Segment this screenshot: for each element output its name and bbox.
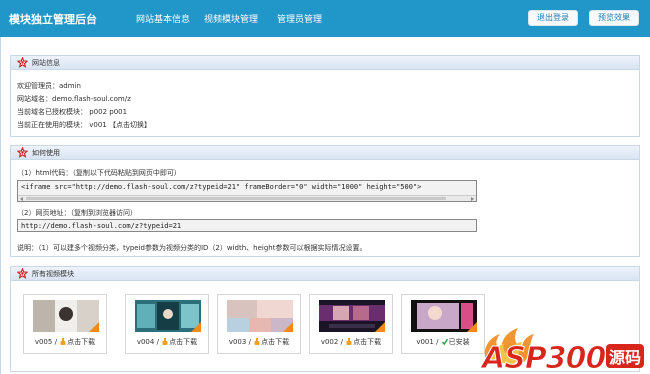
html-code-label: （1）html代码：（复制以下代码粘贴到网页中即可） bbox=[17, 169, 181, 177]
module-card-v003[interactable]: v003 / 点击下载 bbox=[217, 294, 301, 354]
module-thumbnail bbox=[411, 300, 477, 332]
html-code-text: <iframe src="http://demo.flash-soul.com/… bbox=[21, 183, 422, 191]
module-label: v003 / 点击下载 bbox=[218, 337, 300, 347]
module-card-v005[interactable]: v005 / 点击下载 bbox=[23, 294, 107, 354]
module-label: v004 / 点击下载 bbox=[126, 337, 208, 347]
separator: / bbox=[340, 338, 343, 346]
horizontal-scrollbar[interactable] bbox=[18, 195, 476, 201]
preview-button[interactable]: 预览效果 bbox=[589, 10, 639, 26]
current-module-line[interactable]: 当前正在使用的模块： v001 【点击切换】 bbox=[17, 120, 151, 130]
module-label: v002 / 点击下载 bbox=[310, 337, 392, 347]
pin-star-icon bbox=[17, 147, 28, 158]
download-hand-icon bbox=[346, 338, 352, 345]
download-link[interactable]: 点击下载 bbox=[169, 338, 197, 346]
site-info-panel: 网站信息 欢迎管理员：admin 网站域名：demo.flash-soul.co… bbox=[10, 55, 640, 137]
module-label: v001 / 已安装 bbox=[402, 337, 484, 347]
usage-header: 如何使用 bbox=[11, 146, 639, 160]
module-thumbnail bbox=[319, 300, 385, 332]
admin-line: 欢迎管理员：admin bbox=[17, 82, 81, 90]
site-info-header: 网站信息 bbox=[11, 56, 639, 70]
usage-panel: 如何使用 （1）html代码：（复制以下代码粘贴到网页中即可） <iframe … bbox=[10, 145, 640, 257]
separator: / bbox=[248, 338, 251, 346]
module-id: v005 bbox=[34, 338, 53, 346]
separator: / bbox=[54, 338, 57, 346]
installed-status: 已安装 bbox=[448, 338, 470, 346]
app-title: 模块独立管理后台 bbox=[9, 13, 97, 26]
download-hand-icon bbox=[162, 338, 168, 345]
modules-title: 所有视频模块 bbox=[32, 270, 74, 278]
download-hand-icon bbox=[60, 338, 66, 345]
nav-site-info[interactable]: 网站基本信息 bbox=[136, 12, 190, 25]
module-label: v005 / 点击下载 bbox=[24, 337, 106, 347]
download-link[interactable]: 点击下载 bbox=[261, 338, 289, 346]
pin-star-icon bbox=[17, 268, 28, 279]
usage-note: 说明：（1）可以建多个视频分类，typeid参数为视频分类的ID（2）width… bbox=[17, 244, 367, 252]
svg-text:源码: 源码 bbox=[609, 348, 641, 367]
separator: / bbox=[156, 338, 159, 346]
authorized-modules-line: 当前域名已授权模块： p002 p001 bbox=[17, 108, 128, 116]
modules-header: 所有视频模块 bbox=[11, 267, 639, 281]
asp300-watermark-logo: ASP300 源码 bbox=[480, 328, 644, 372]
checkmark-icon bbox=[441, 338, 448, 345]
nav-video-modules[interactable]: 视频模块管理 bbox=[204, 12, 258, 25]
pin-star-icon bbox=[17, 57, 28, 68]
scroll-left-icon[interactable] bbox=[20, 197, 23, 201]
usage-title: 如何使用 bbox=[32, 149, 60, 157]
module-card-v004[interactable]: v004 / 点击下载 bbox=[125, 294, 209, 354]
logout-button[interactable]: 退出登录 bbox=[528, 10, 578, 26]
module-card-v002[interactable]: v002 / 点击下载 bbox=[309, 294, 393, 354]
nav-admin-manage[interactable]: 管理员管理 bbox=[277, 12, 322, 25]
module-thumbnail bbox=[227, 300, 293, 332]
top-bar: 模块独立管理后台 网站基本信息 视频模块管理 管理员管理 退出登录 预览效果 bbox=[0, 0, 650, 37]
download-link[interactable]: 点击下载 bbox=[67, 338, 95, 346]
module-id: v001 bbox=[416, 338, 434, 346]
domain-line: 网站域名：demo.flash-soul.com/z bbox=[17, 95, 131, 103]
site-info-title: 网站信息 bbox=[32, 59, 60, 67]
url-label: （2）网页地址：（复制到浏览器访问） bbox=[17, 209, 137, 217]
svg-text:ASP300: ASP300 bbox=[480, 341, 606, 372]
download-link[interactable]: 点击下载 bbox=[353, 338, 381, 346]
download-hand-icon bbox=[254, 338, 260, 345]
module-thumbnail bbox=[33, 300, 99, 332]
module-id: v002 bbox=[320, 338, 339, 346]
separator: / bbox=[436, 338, 439, 346]
module-thumbnail bbox=[135, 300, 201, 332]
url-text: http://demo.flash-soul.com/z?typeid=21 bbox=[21, 222, 182, 230]
module-id: v003 bbox=[228, 338, 247, 346]
url-input[interactable]: http://demo.flash-soul.com/z?typeid=21 bbox=[17, 219, 477, 232]
scroll-thumb[interactable] bbox=[26, 197, 446, 200]
scroll-right-icon[interactable] bbox=[471, 197, 474, 201]
module-card-v001[interactable]: v001 / 已安装 bbox=[401, 294, 485, 354]
html-code-textarea[interactable]: <iframe src="http://demo.flash-soul.com/… bbox=[17, 180, 477, 202]
module-id: v004 bbox=[136, 338, 155, 346]
